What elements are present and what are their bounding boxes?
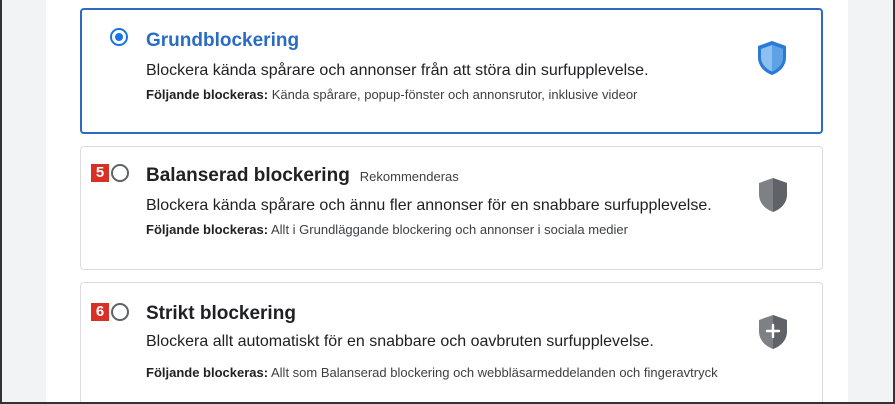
shield-gray-icon	[759, 178, 787, 212]
blocked-list-strict: Följande blockeras: Allt som Balanserad …	[146, 363, 726, 382]
blocked-text: Allt som Balanserad blockering och webbl…	[271, 365, 718, 380]
blocked-list-basic: Följande blockeras: Kända spårare, popup…	[146, 85, 746, 104]
blocked-label: Följande blockeras:	[146, 222, 269, 237]
option-card-balanced[interactable]: 5 Balanserad blockering Rekommenderas Blo…	[80, 146, 823, 270]
blocked-label: Följande blockeras:	[146, 87, 269, 102]
radio-balanced[interactable]	[111, 164, 129, 182]
option-title-strict: Strikt blockering	[146, 303, 296, 324]
recommended-tag: Rekommenderas	[359, 169, 459, 184]
blocked-label: Följande blockeras:	[146, 365, 269, 380]
option-title-text: Balanserad blockering	[146, 165, 350, 186]
option-description-balanced: Blockera kända spårare och ännu fler ann…	[146, 197, 712, 214]
step-badge-5: 5	[91, 164, 109, 182]
option-description-basic: Blockera kända spårare och annonser från…	[146, 62, 649, 79]
shield-plus-icon	[759, 315, 787, 349]
option-card-strict[interactable]: 6 Strikt blockering Blockera allt automa…	[80, 282, 823, 404]
blocked-text: Allt i Grundläggande blockering och anno…	[271, 222, 628, 237]
step-badge-6: 6	[91, 303, 109, 321]
radio-strict[interactable]	[111, 303, 129, 321]
option-title-basic: Grundblockering	[146, 30, 300, 51]
option-card-basic[interactable]: Grundblockering Blockera kända spårare o…	[80, 8, 823, 134]
option-description-strict: Blockera allt automatiskt för en snabbar…	[146, 333, 654, 350]
blocked-text: Kända spårare, popup-fönster och annonsr…	[271, 87, 638, 102]
shield-blue-icon	[758, 41, 786, 75]
radio-basic[interactable]	[110, 28, 128, 46]
option-title-balanced: Balanserad blockering Rekommenderas	[146, 165, 459, 187]
blocked-list-balanced: Följande blockeras: Allt i Grundläggande…	[146, 220, 766, 239]
